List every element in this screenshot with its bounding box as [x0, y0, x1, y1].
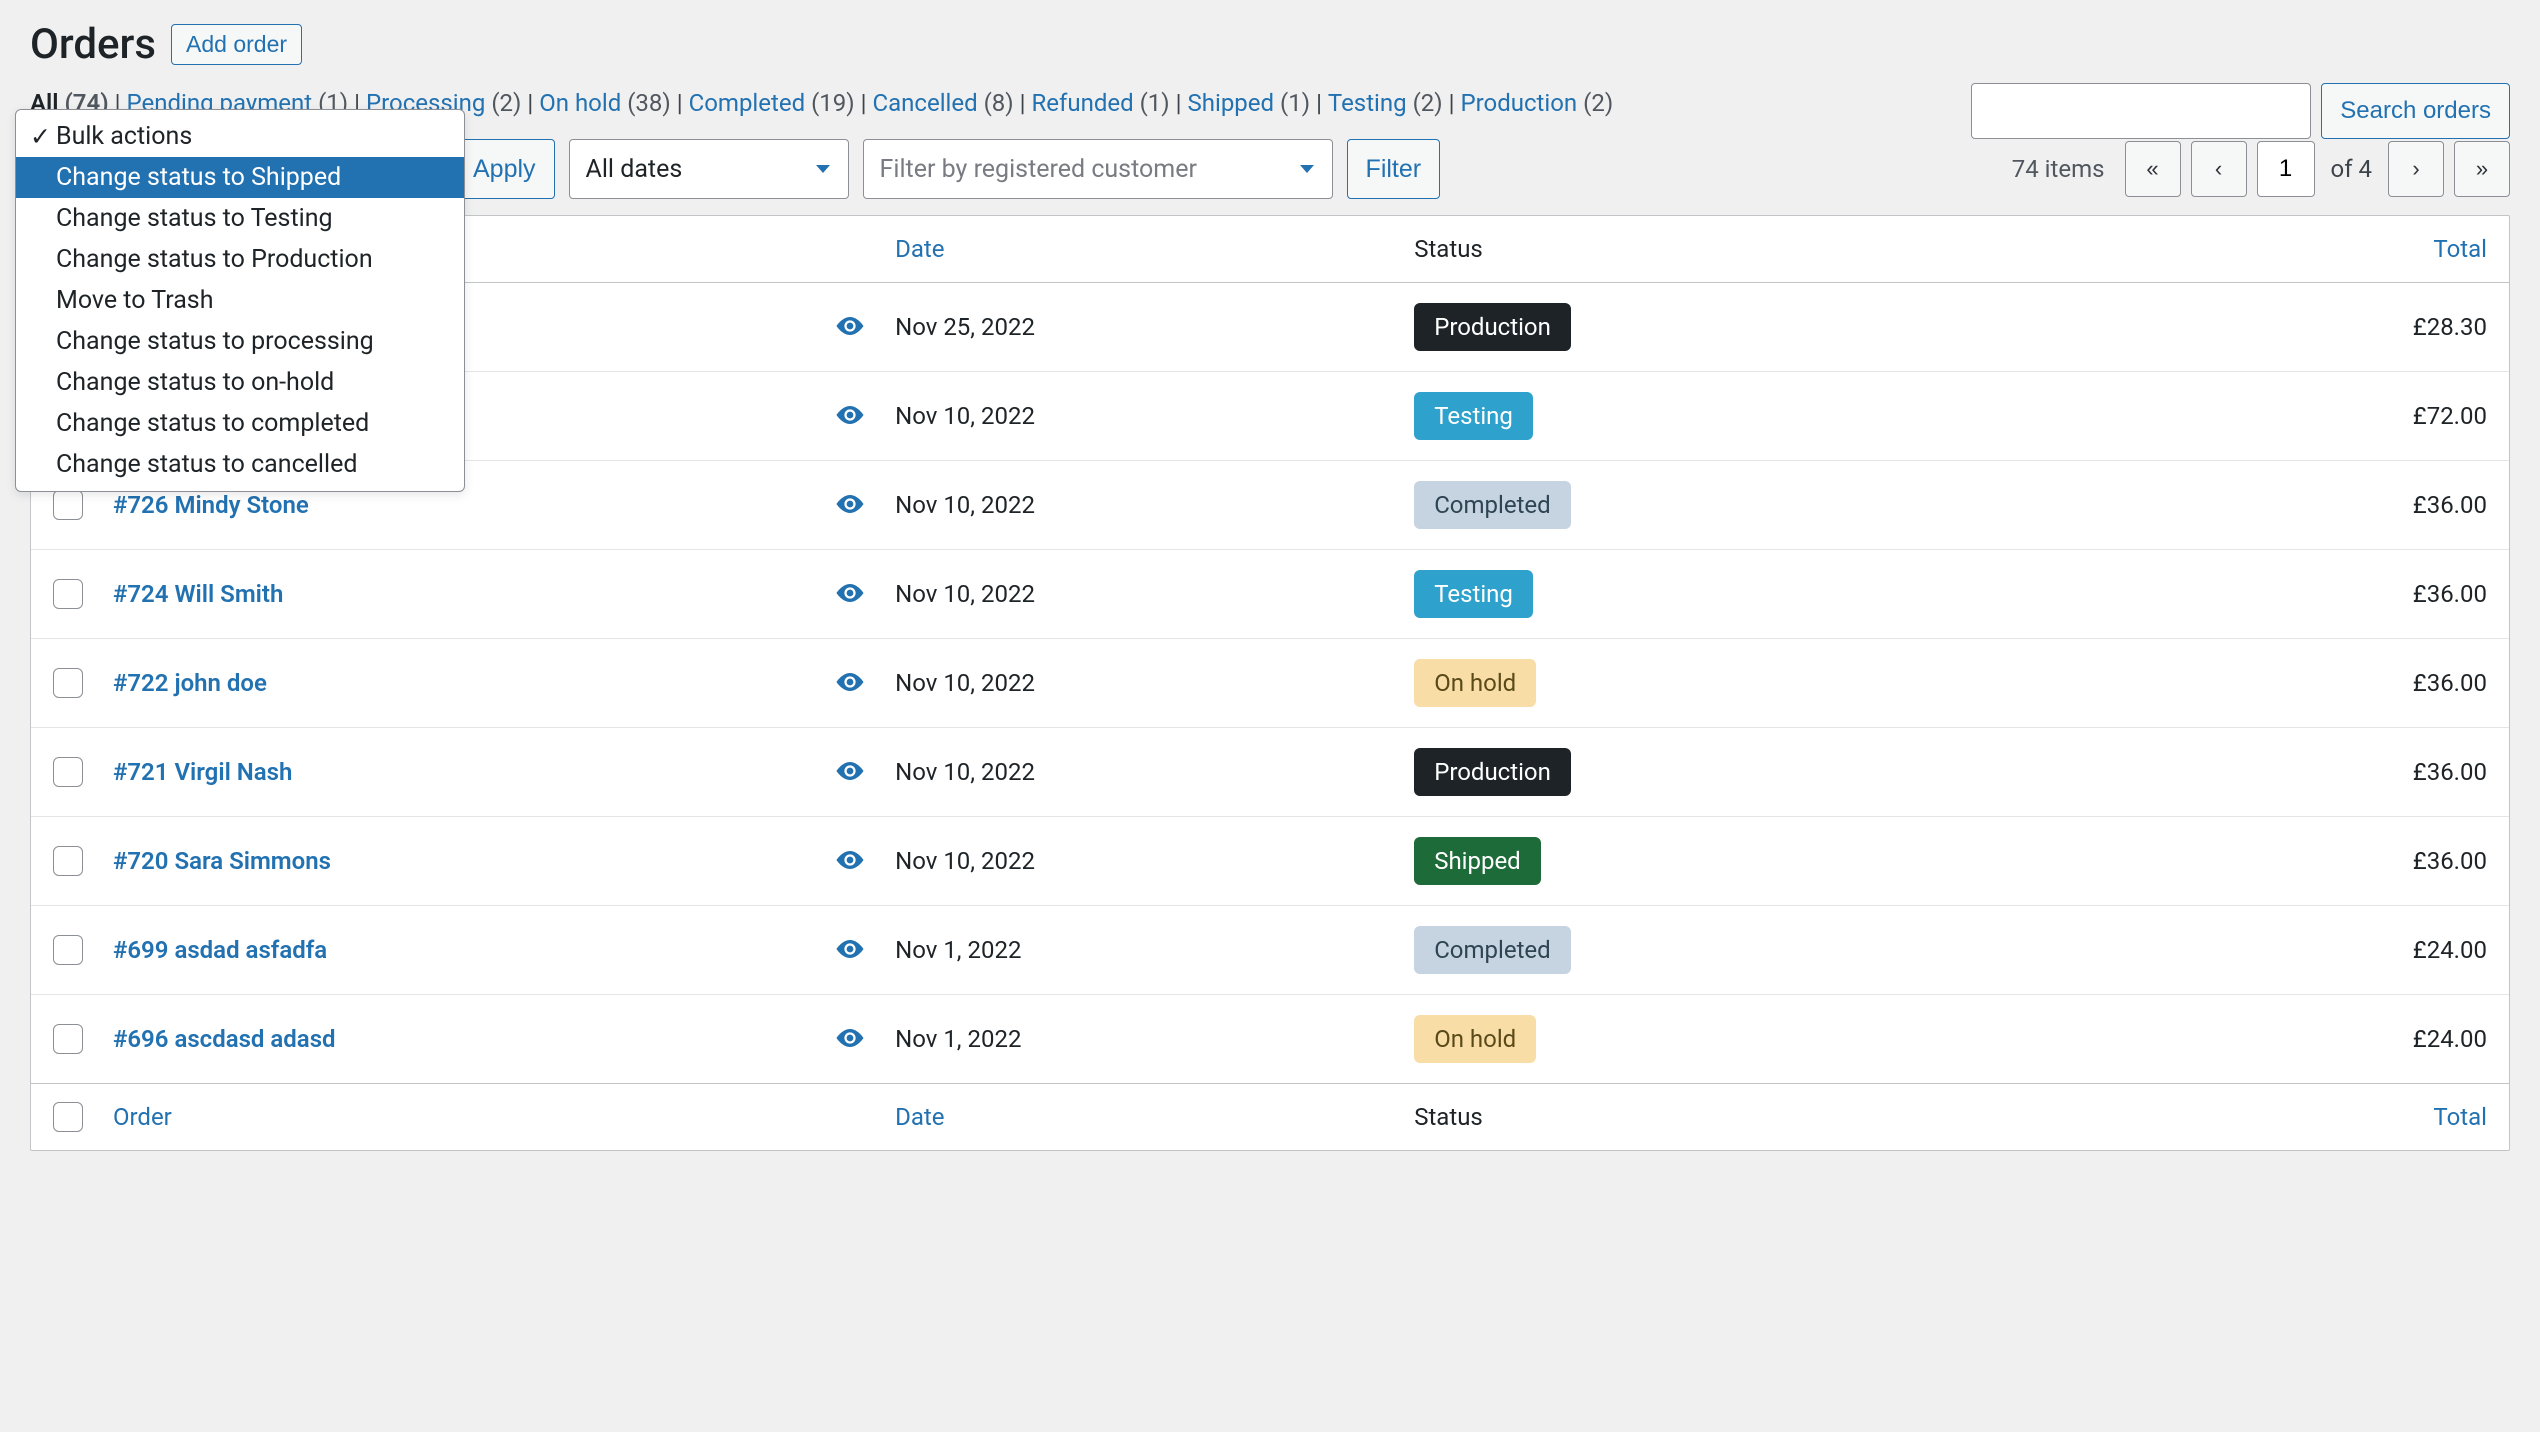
customer-filter-placeholder: Filter by registered customer: [880, 155, 1197, 184]
status-badge: On hold: [1414, 1015, 1536, 1063]
bulk-option-move-to-trash[interactable]: Move to Trash: [16, 280, 464, 321]
table-row: #699 asdad asfadfa Nov 1, 2022Completed £2…: [31, 906, 2509, 995]
order-total: £24.00: [2337, 1025, 2487, 1053]
order-link[interactable]: #699 asdad asfadfa: [113, 936, 327, 964]
order-date: Nov 25, 2022: [895, 313, 1414, 341]
preview-icon[interactable]: [836, 936, 864, 954]
bulk-option-change-status-to-completed[interactable]: Change status to completed: [16, 403, 464, 444]
items-count: 74 items: [2012, 155, 2105, 183]
prev-page-button[interactable]: ‹: [2191, 141, 2247, 197]
order-date: Nov 10, 2022: [895, 491, 1414, 519]
order-link[interactable]: #721 Virgil Nash: [113, 758, 292, 786]
order-date: Nov 10, 2022: [895, 580, 1414, 608]
bulk-option-change-status-to-production[interactable]: Change status to Production: [16, 239, 464, 280]
order-total: £24.00: [2337, 936, 2487, 964]
filter-link-completed[interactable]: Completed (19): [689, 89, 855, 117]
row-checkbox[interactable]: [53, 579, 83, 609]
order-date: Nov 10, 2022: [895, 847, 1414, 875]
bulk-option-change-status-to-on-hold[interactable]: Change status to on-hold: [16, 362, 464, 403]
order-link[interactable]: #696 ascdasd adasd: [113, 1025, 336, 1053]
search-input[interactable]: [1971, 83, 2311, 139]
row-checkbox[interactable]: [53, 668, 83, 698]
status-badge: On hold: [1414, 659, 1536, 707]
status-badge: Production: [1414, 748, 1571, 796]
order-total: £36.00: [2337, 669, 2487, 697]
select-all-checkbox-footer[interactable]: [53, 1102, 83, 1132]
status-badge: Completed: [1414, 926, 1571, 974]
column-total[interactable]: Total: [2337, 235, 2487, 263]
row-checkbox[interactable]: [53, 935, 83, 965]
order-date: Nov 10, 2022: [895, 402, 1414, 430]
table-row: #696 ascdasd adasd Nov 1, 2022On hold £24.…: [31, 995, 2509, 1083]
column-status: Status: [1414, 235, 2337, 263]
order-total: £36.00: [2337, 847, 2487, 875]
date-filter-select[interactable]: All dates: [569, 139, 849, 199]
customer-filter-select[interactable]: Filter by registered customer: [863, 139, 1333, 199]
status-badge: Completed: [1414, 481, 1571, 529]
preview-icon[interactable]: [836, 669, 864, 687]
page-number-input[interactable]: [2257, 141, 2315, 197]
preview-icon[interactable]: [836, 1025, 864, 1043]
row-checkbox[interactable]: [53, 1024, 83, 1054]
order-link[interactable]: #720 Sara Simmons: [113, 847, 331, 875]
order-date: Nov 10, 2022: [895, 758, 1414, 786]
filter-link-cancelled[interactable]: Cancelled (8): [872, 89, 1013, 117]
row-checkbox[interactable]: [53, 757, 83, 787]
bulk-option-change-status-to-cancelled[interactable]: Change status to cancelled: [16, 444, 464, 485]
filter-button[interactable]: Filter: [1347, 139, 1441, 199]
preview-icon[interactable]: [836, 580, 864, 598]
column-date-footer[interactable]: Date: [895, 1103, 1414, 1131]
column-total-footer[interactable]: Total: [2337, 1103, 2487, 1131]
next-page-button[interactable]: ›: [2388, 141, 2444, 197]
bulk-option-change-status-to-testing[interactable]: Change status to Testing: [16, 198, 464, 239]
date-filter-value: All dates: [586, 155, 683, 184]
row-checkbox[interactable]: [53, 846, 83, 876]
page-title: Orders: [30, 20, 156, 69]
filter-link-production[interactable]: Production (2): [1461, 89, 1614, 117]
filter-link-shipped[interactable]: Shipped (1): [1188, 89, 1311, 117]
order-date: Nov 1, 2022: [895, 1025, 1414, 1053]
order-total: £36.00: [2337, 758, 2487, 786]
preview-icon[interactable]: [836, 758, 864, 776]
column-order-footer[interactable]: Order: [113, 1103, 805, 1131]
add-order-button[interactable]: Add order: [171, 24, 302, 65]
order-date: Nov 10, 2022: [895, 669, 1414, 697]
column-date[interactable]: Date: [895, 235, 1414, 263]
preview-icon[interactable]: [836, 402, 864, 420]
apply-button[interactable]: Apply: [454, 139, 555, 199]
preview-icon[interactable]: [836, 847, 864, 865]
table-footer: Order Date Status Total: [31, 1083, 2509, 1150]
status-badge: Production: [1414, 303, 1571, 351]
table-row: #720 Sara Simmons Nov 10, 2022Shipped £36.…: [31, 817, 2509, 906]
bulk-option-change-status-to-shipped[interactable]: Change status to Shipped: [16, 157, 464, 198]
order-link[interactable]: #726 Mindy Stone: [113, 491, 309, 519]
first-page-button[interactable]: «: [2125, 141, 2181, 197]
order-total: £36.00: [2337, 580, 2487, 608]
order-link[interactable]: #722 john doe: [113, 669, 267, 697]
order-total: £72.00: [2337, 402, 2487, 430]
preview-icon[interactable]: [836, 313, 864, 331]
status-badge: Testing: [1414, 392, 1533, 440]
bulk-option-bulk-actions[interactable]: Bulk actions: [16, 116, 464, 157]
table-row: #724 Will Smith Nov 10, 2022Testing £36.00: [31, 550, 2509, 639]
order-date: Nov 1, 2022: [895, 936, 1414, 964]
status-badge: Shipped: [1414, 837, 1541, 885]
status-badge: Testing: [1414, 570, 1533, 618]
filter-link-testing[interactable]: Testing (2): [1328, 89, 1443, 117]
table-row: #721 Virgil Nash Nov 10, 2022Production £3…: [31, 728, 2509, 817]
page-of-label: of 4: [2331, 155, 2372, 183]
search-orders-button[interactable]: Search orders: [2321, 83, 2510, 139]
preview-icon[interactable]: [836, 491, 864, 509]
filter-link-refunded[interactable]: Refunded (1): [1032, 89, 1170, 117]
bulk-actions-dropdown: Bulk actionsChange status to ShippedChan…: [15, 109, 465, 492]
bulk-option-change-status-to-processing[interactable]: Change status to processing: [16, 321, 464, 362]
table-row: #722 john doe Nov 10, 2022On hold £36.00: [31, 639, 2509, 728]
row-checkbox[interactable]: [53, 490, 83, 520]
last-page-button[interactable]: »: [2454, 141, 2510, 197]
order-link[interactable]: #724 Will Smith: [113, 580, 283, 608]
filter-link-on-hold[interactable]: On hold (38): [539, 89, 671, 117]
column-status-footer: Status: [1414, 1103, 2337, 1131]
order-total: £28.30: [2337, 313, 2487, 341]
order-total: £36.00: [2337, 491, 2487, 519]
